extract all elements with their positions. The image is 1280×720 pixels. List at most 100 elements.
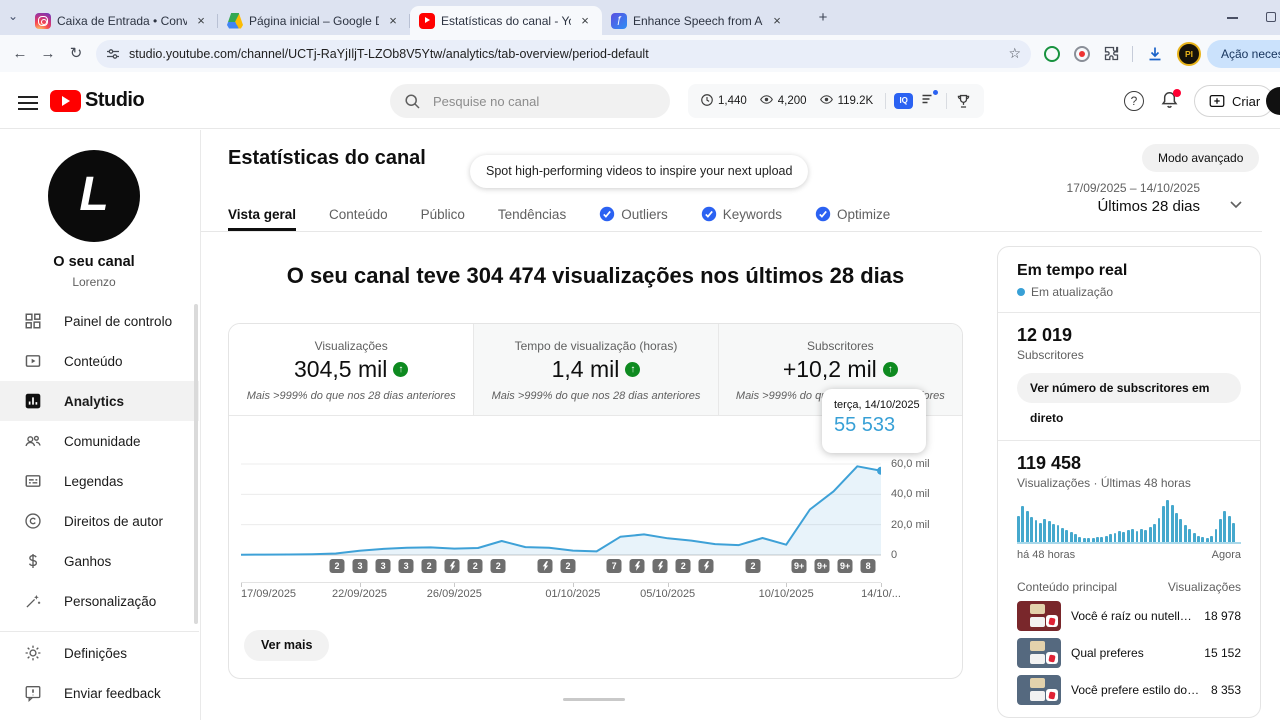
browser-tab[interactable]: Caixa de Entrada • Conversas × — [26, 6, 218, 35]
upload-count-marker[interactable]: 2 — [745, 559, 761, 573]
realtime-bar — [1192, 532, 1196, 542]
reload-button[interactable]: ↻ — [62, 40, 90, 68]
sort-list-icon[interactable] — [921, 89, 939, 111]
browser-tab[interactable]: Estatísticas do canal - YouTube × — [410, 6, 602, 35]
tab-close-icon[interactable]: × — [193, 13, 209, 29]
tab-público[interactable]: Público — [421, 197, 465, 231]
browser-tab[interactable]: Enhance Speech from Adobe | F × — [602, 6, 794, 35]
tab-close-icon[interactable]: × — [769, 13, 785, 29]
metric-label: Tempo de visualização (horas) — [514, 339, 678, 353]
tab-tendências[interactable]: Tendências — [498, 197, 566, 231]
notification-dot — [933, 89, 939, 95]
metric-card[interactable]: Visualizações 304,5 mil ↑ Mais >999% do q… — [229, 324, 474, 415]
chevron-down-icon[interactable] — [1226, 194, 1246, 214]
video-views: 18 978 — [1204, 609, 1241, 623]
upload-count-marker[interactable]: 8 — [860, 559, 876, 573]
url-bar[interactable]: studio.youtube.com/channel/UCTj-RaYjIljT… — [96, 39, 1031, 68]
tab-optimize[interactable]: Optimize — [815, 197, 890, 231]
shorts-upload-marker[interactable] — [444, 559, 460, 573]
tab-vista-geral[interactable]: Vista geral — [228, 197, 297, 231]
sidebar-item-copyright[interactable]: Direitos de autor — [0, 501, 199, 541]
window-minimize-button[interactable] — [1227, 17, 1238, 19]
sidebar-item-captions[interactable]: Legendas — [0, 461, 199, 501]
sidebar-scrollbar[interactable] — [194, 304, 198, 624]
vidiq-icon[interactable]: IQ — [894, 93, 914, 109]
sidebar-item-community[interactable]: Comunidade — [0, 421, 199, 461]
realtime-bar — [1113, 532, 1117, 542]
sidebar-item-content[interactable]: Conteúdo — [0, 341, 199, 381]
bookmark-star-icon[interactable]: ☆ — [1008, 45, 1021, 62]
upload-count-marker[interactable]: 2 — [329, 559, 345, 573]
upload-count-marker[interactable]: 3 — [352, 559, 368, 573]
views-line-chart[interactable] — [241, 417, 881, 557]
menu-icon[interactable] — [18, 92, 38, 114]
extensions-icon[interactable] — [1103, 45, 1120, 62]
tab-close-icon[interactable]: × — [385, 13, 401, 29]
metric-card[interactable]: Tempo de visualização (horas) 1,4 mil ↑ M… — [473, 324, 718, 415]
see-more-button[interactable]: Ver mais — [244, 630, 330, 661]
youtube-studio-logo[interactable]: Studio — [50, 89, 145, 112]
browser-tab[interactable]: Página inicial – Google Drive × — [218, 6, 410, 35]
channel-avatar[interactable]: L — [48, 150, 140, 242]
realtime-bar — [1210, 536, 1214, 542]
download-icon[interactable] — [1146, 45, 1164, 63]
upload-count-marker[interactable]: 2 — [675, 559, 691, 573]
action-required-button[interactable]: Ação necess — [1207, 39, 1280, 68]
upload-count-marker[interactable]: 2 — [560, 559, 576, 573]
tab-conteúdo[interactable]: Conteúdo — [329, 197, 388, 231]
record-extension-icon[interactable] — [1074, 45, 1090, 62]
realtime-bar-chart[interactable] — [1017, 500, 1241, 544]
shorts-upload-marker[interactable] — [629, 559, 645, 573]
tab-close-icon[interactable]: × — [577, 13, 593, 29]
top-content-row[interactable]: Qual preferes 15 152 — [1017, 638, 1241, 668]
tab-outliers[interactable]: Outliers — [599, 197, 668, 231]
sidebar-item-label: Comunidade — [64, 433, 141, 449]
vidiq-stats-pill[interactable]: 1,440 4,200 119.2K IQ — [688, 84, 985, 118]
window-restore-button[interactable] — [1266, 12, 1276, 22]
sidebar-item-earnings[interactable]: Ganhos — [0, 541, 199, 581]
period-selector[interactable]: 17/09/2025 – 14/10/2025 Últimos 28 dias — [1012, 181, 1200, 215]
sidebar-item-settings[interactable]: Definições — [0, 633, 199, 673]
realtime-bar — [1157, 517, 1161, 542]
help-icon[interactable]: ? — [1124, 91, 1144, 111]
sidebar-item-analytics[interactable]: Analytics — [0, 381, 199, 421]
upload-count-marker[interactable]: 3 — [398, 559, 414, 573]
shorts-upload-marker[interactable] — [652, 559, 668, 573]
upload-count-marker[interactable]: 2 — [467, 559, 483, 573]
top-content-row[interactable]: Você prefere estilo do Ne… 8 353 — [1017, 675, 1241, 705]
sidebar-item-customization[interactable]: Personalização — [0, 581, 199, 621]
top-content-row[interactable]: Você é raíz ou nutella #… 18 978 — [1017, 601, 1241, 631]
live-subscriber-count-button[interactable]: Ver número de subscritores em direto — [1017, 373, 1241, 425]
upload-count-marker[interactable]: 9+ — [837, 559, 853, 573]
realtime-bar — [1074, 534, 1077, 542]
sidebar-item-dashboard[interactable]: Painel de controlo — [0, 301, 199, 341]
back-button[interactable]: ← — [6, 40, 34, 68]
extension-icon-green[interactable] — [1044, 45, 1060, 62]
page-title: Estatísticas do canal — [228, 147, 426, 169]
upload-count-marker[interactable]: 9+ — [791, 559, 807, 573]
settings-icon — [24, 644, 42, 662]
shorts-upload-marker[interactable] — [698, 559, 714, 573]
upload-count-marker[interactable]: 9+ — [814, 559, 830, 573]
upload-count-marker[interactable]: 3 — [375, 559, 391, 573]
top-content-header: Conteúdo principal Visualizações — [1017, 580, 1241, 594]
create-button[interactable]: Criar — [1194, 85, 1275, 117]
realtime-see-more-button[interactable]: Ver mais — [1017, 717, 1100, 718]
site-settings-icon[interactable] — [106, 47, 120, 61]
profile-avatar[interactable]: PI — [1177, 41, 1201, 66]
advanced-mode-button[interactable]: Modo avançado — [1142, 144, 1260, 172]
up-arrow-icon: ↑ — [393, 362, 409, 377]
shorts-upload-marker[interactable] — [537, 559, 553, 573]
upload-count-marker[interactable]: 7 — [606, 559, 622, 573]
upload-count-marker[interactable]: 2 — [490, 559, 506, 573]
sidebar-item-feedback[interactable]: Enviar feedback — [0, 673, 199, 713]
tab-search-chevron-icon[interactable]: ⌄ — [8, 9, 18, 23]
trophy-icon[interactable] — [955, 93, 972, 110]
channel-search-input[interactable]: Pesquise no canal — [390, 84, 670, 118]
forward-button[interactable]: → — [34, 40, 62, 68]
upload-count-marker[interactable]: 2 — [421, 559, 437, 573]
tab-keywords[interactable]: Keywords — [701, 197, 782, 231]
new-tab-button[interactable]: + — [812, 7, 834, 29]
notifications-icon[interactable] — [1159, 89, 1181, 116]
sidebar-item-label: Enviar feedback — [64, 685, 161, 701]
